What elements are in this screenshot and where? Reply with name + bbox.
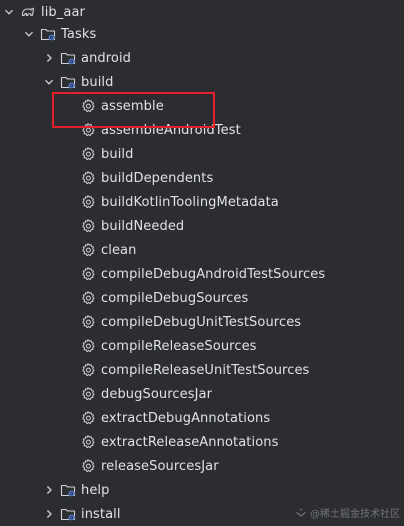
task-item-clean[interactable]: clean — [0, 238, 404, 262]
task-label: compileDebugSources — [101, 290, 249, 306]
task-label: compileReleaseSources — [101, 338, 257, 354]
node-label: android — [81, 50, 132, 66]
gear-icon — [80, 146, 96, 162]
task-folder-icon — [60, 50, 76, 66]
gear-icon — [80, 410, 96, 426]
task-folder-icon — [40, 26, 56, 42]
task-label: build — [101, 146, 134, 162]
task-item-debugSourcesJar[interactable]: debugSourcesJar — [0, 382, 404, 406]
gear-icon — [80, 266, 96, 282]
task-label: assemble — [101, 98, 164, 114]
chevron-down-icon[interactable] — [2, 5, 16, 19]
node-label: Tasks — [61, 26, 97, 42]
task-item-compileDebugAndroidTestSources[interactable]: compileDebugAndroidTestSources — [0, 262, 404, 286]
gear-icon — [80, 242, 96, 258]
task-label: compileDebugAndroidTestSources — [101, 266, 326, 282]
task-item-assembleAndroidTest[interactable]: assembleAndroidTest — [0, 118, 404, 142]
task-item-releaseSourcesJar[interactable]: releaseSourcesJar — [0, 454, 404, 478]
task-label: buildDependents — [101, 170, 214, 186]
task-item-buildNeeded[interactable]: buildNeeded — [0, 214, 404, 238]
task-label: assembleAndroidTest — [101, 122, 241, 138]
task-label: releaseSourcesJar — [101, 458, 219, 474]
task-item-build[interactable]: build — [0, 142, 404, 166]
task-item-compileDebugUnitTestSources[interactable]: compileDebugUnitTestSources — [0, 310, 404, 334]
task-label: debugSourcesJar — [101, 386, 213, 402]
task-label: buildKotlinToolingMetadata — [101, 194, 279, 210]
chevron-down-icon[interactable] — [42, 75, 56, 89]
task-item-extractDebugAnnotations[interactable]: extractDebugAnnotations — [0, 406, 404, 430]
gear-icon — [80, 458, 96, 474]
gear-icon — [80, 194, 96, 210]
task-label: buildNeeded — [101, 218, 185, 234]
chevron-right-icon[interactable] — [42, 507, 56, 521]
task-folder-icon — [60, 506, 76, 522]
watermark-text: @稀土掘金技术社区 — [310, 509, 400, 520]
gear-icon — [80, 314, 96, 330]
gear-icon — [80, 386, 96, 402]
gear-icon — [80, 290, 96, 306]
task-label: extractDebugAnnotations — [101, 410, 271, 426]
node-label: help — [81, 482, 110, 498]
chevron-down-icon[interactable] — [22, 27, 36, 41]
task-folder-icon — [60, 482, 76, 498]
chevron-right-icon[interactable] — [42, 483, 56, 497]
gear-icon — [80, 170, 96, 186]
tree-node-android[interactable]: android — [0, 46, 404, 70]
node-label: lib_aar — [41, 4, 85, 20]
task-label: clean — [101, 242, 137, 258]
gear-icon — [80, 98, 96, 114]
task-label: compileDebugUnitTestSources — [101, 314, 302, 330]
task-item-compileReleaseSources[interactable]: compileReleaseSources — [0, 334, 404, 358]
gear-icon — [80, 362, 96, 378]
task-item-assemble[interactable]: assemble — [0, 94, 404, 118]
gear-icon — [80, 434, 96, 450]
watermark: @稀土掘金技术社区 — [295, 505, 400, 520]
tree-node-lib-aar[interactable]: lib_aar — [0, 0, 404, 24]
task-label: extractReleaseAnnotations — [101, 434, 279, 450]
task-item-buildDependents[interactable]: buildDependents — [0, 166, 404, 190]
task-folder-icon — [60, 74, 76, 90]
node-label: install — [81, 506, 121, 522]
tree-node-build[interactable]: build — [0, 70, 404, 94]
node-label: build — [81, 74, 114, 90]
task-label: compileReleaseUnitTestSources — [101, 362, 310, 378]
task-item-buildKotlinToolingMetadata[interactable]: buildKotlinToolingMetadata — [0, 190, 404, 214]
gradle-elephant-icon — [20, 4, 36, 20]
tree-node-help[interactable]: help — [0, 478, 404, 502]
task-item-compileDebugSources[interactable]: compileDebugSources — [0, 286, 404, 310]
chevron-right-icon[interactable] — [42, 51, 56, 65]
gear-icon — [80, 218, 96, 234]
task-item-compileReleaseUnitTestSources[interactable]: compileReleaseUnitTestSources — [0, 358, 404, 382]
juejin-logo-icon — [296, 508, 306, 517]
gear-icon — [80, 338, 96, 354]
tree-node-tasks[interactable]: Tasks — [0, 22, 404, 46]
gear-icon — [80, 122, 96, 138]
task-item-extractReleaseAnnotations[interactable]: extractReleaseAnnotations — [0, 430, 404, 454]
